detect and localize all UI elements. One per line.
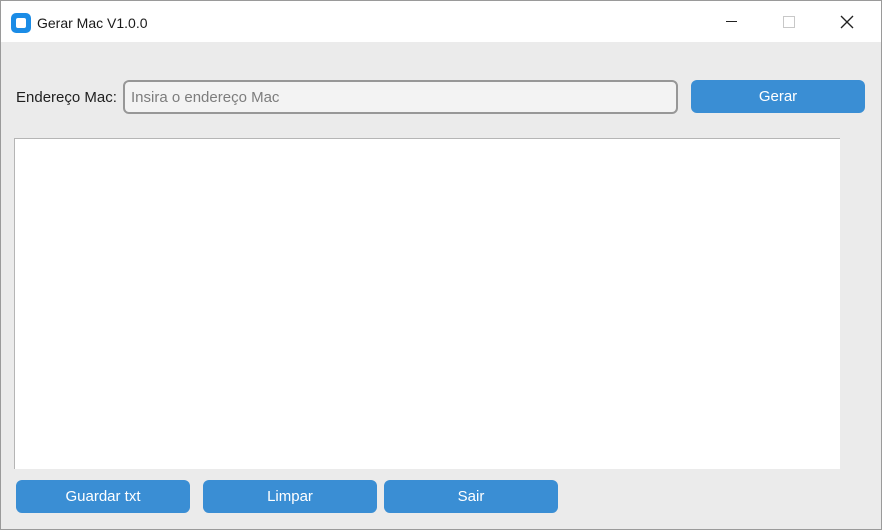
generate-button[interactable]: Gerar xyxy=(691,80,865,113)
minimize-button[interactable] xyxy=(702,1,760,42)
title-bar: Gerar Mac V1.0.0 xyxy=(1,1,881,42)
app-icon-glyph xyxy=(16,18,26,28)
app-icon xyxy=(11,13,31,33)
maximize-icon xyxy=(783,16,795,28)
mac-address-label: Endereço Mac: xyxy=(16,89,117,106)
exit-button[interactable]: Sair xyxy=(384,480,558,513)
save-txt-button[interactable]: Guardar txt xyxy=(16,480,190,513)
window-title: Gerar Mac V1.0.0 xyxy=(37,15,148,31)
app-window: Gerar Mac V1.0.0 Endereço Mac: Gerar Gua… xyxy=(0,0,882,530)
mac-address-input[interactable] xyxy=(123,80,678,114)
output-textbox[interactable] xyxy=(14,138,840,469)
clear-button[interactable]: Limpar xyxy=(203,480,377,513)
minimize-icon xyxy=(726,21,737,22)
close-icon xyxy=(840,15,854,29)
maximize-button[interactable] xyxy=(760,1,818,42)
close-button[interactable] xyxy=(818,1,876,42)
